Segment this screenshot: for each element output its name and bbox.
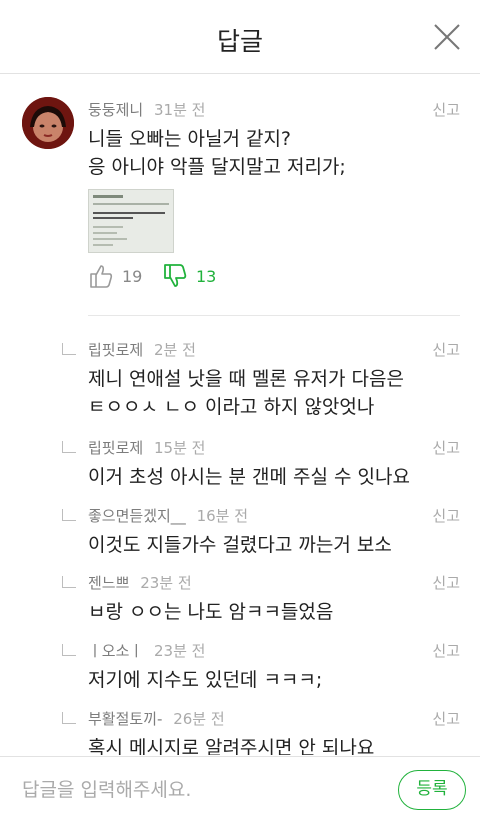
reply-arrow-icon xyxy=(62,712,76,724)
report-button[interactable]: 신고 xyxy=(432,437,460,458)
reply-text-line: 혹시 메시지로 알려주시면 안 되나요 xyxy=(88,737,375,755)
reply-text-line: 이것도 지들가수 걸렸다고 까는거 보소 xyxy=(88,534,392,556)
reply-input[interactable] xyxy=(22,775,362,805)
reply-meta: 좋으면듣겠지__ 16분 전 xyxy=(88,505,248,526)
reply-nickname[interactable]: 립핏로제 xyxy=(88,439,143,457)
reply-meta: 립핏로제 15분 전 xyxy=(88,437,205,458)
report-button[interactable]: 신고 xyxy=(432,572,460,593)
page-title: 답글 xyxy=(216,27,263,56)
reply-nickname[interactable]: 젠느쁘 xyxy=(88,574,129,592)
reply-meta: 부활절토끼- 26분 전 xyxy=(88,708,225,729)
reply-time: 26분 전 xyxy=(173,710,225,728)
avatar[interactable] xyxy=(22,97,74,149)
reply-arrow-icon xyxy=(62,441,76,453)
reply-nickname[interactable]: 좋으면듣겠지__ xyxy=(88,507,186,525)
report-button[interactable]: 신고 xyxy=(432,99,460,120)
top-bar: 답글 xyxy=(0,0,480,74)
reply-nickname[interactable]: 부활절토끼- xyxy=(88,710,162,728)
reply-composer: 등록 xyxy=(0,756,480,822)
attached-image[interactable] xyxy=(88,189,174,253)
reply-nickname[interactable]: 립핏로제 xyxy=(88,341,143,359)
comment-text-line: 니들 오빠는 아닐거 같지? xyxy=(88,128,292,150)
close-icon xyxy=(434,24,460,50)
like-button[interactable]: 19 xyxy=(88,263,142,289)
reply-text-line: 제니 연애설 낫을 때 멜론 유저가 다음은 xyxy=(88,368,404,390)
report-button[interactable]: 신고 xyxy=(432,339,460,360)
reply-text-line: 이거 초성 아시는 분 갠메 주실 수 잇나요 xyxy=(88,466,410,488)
reply-nickname[interactable]: ㅣ오소ㅣ xyxy=(88,642,143,660)
divider xyxy=(88,315,460,316)
comment-text-line: 응 아니야 악플 달지말고 저리가; xyxy=(88,156,346,178)
thumbs-up-icon xyxy=(90,265,113,288)
submit-button[interactable]: 등록 xyxy=(398,770,466,810)
reply-arrow-icon xyxy=(62,576,76,588)
dislike-button[interactable]: 13 xyxy=(162,263,216,289)
reply-arrow-icon xyxy=(62,509,76,521)
report-button[interactable]: 신고 xyxy=(432,505,460,526)
report-button[interactable]: 신고 xyxy=(432,708,460,729)
reply-text-line: ㅂ랑 ㅇㅇ는 나도 암ㅋㅋ들었음 xyxy=(88,601,334,623)
comment-nickname[interactable]: 둥둥제니 xyxy=(88,101,143,119)
thumbs-down-icon xyxy=(164,264,187,287)
reply-time: 23분 전 xyxy=(153,642,206,660)
reply-text-line: ㅌㅇㅇㅅ ㄴㅇ 이라고 하지 않앗엇나 xyxy=(88,396,375,418)
like-count: 19 xyxy=(122,266,143,286)
reply-time: 2분 전 xyxy=(153,341,196,359)
comment-meta: 둥둥제니 31분 전 xyxy=(88,99,205,120)
reply-text-line: 저기에 지수도 있던데 ㅋㅋㅋ; xyxy=(88,669,323,691)
comment-thread: 둥둥제니 31분 전 신고 니들 오빠는 아닐거 같지? 응 아니야 악플 달지… xyxy=(0,75,480,755)
report-button[interactable]: 신고 xyxy=(432,640,460,661)
reply-time: 15분 전 xyxy=(153,439,206,457)
reply-time: 23분 전 xyxy=(140,574,192,592)
comment-time: 31분 전 xyxy=(153,101,206,119)
main-comment: 둥둥제니 31분 전 신고 니들 오빠는 아닐거 같지? 응 아니야 악플 달지… xyxy=(0,75,480,316)
reply-arrow-icon xyxy=(62,343,76,355)
reply-meta: 젠느쁘 23분 전 xyxy=(88,572,192,593)
reply-meta: ㅣ오소ㅣ 23분 전 xyxy=(88,640,205,661)
close-button[interactable] xyxy=(432,22,462,52)
reply-arrow-icon xyxy=(62,644,76,656)
reply-time: 16분 전 xyxy=(196,507,249,525)
reply-meta: 립핏로제 2분 전 xyxy=(88,339,196,360)
dislike-count: 13 xyxy=(196,266,217,286)
